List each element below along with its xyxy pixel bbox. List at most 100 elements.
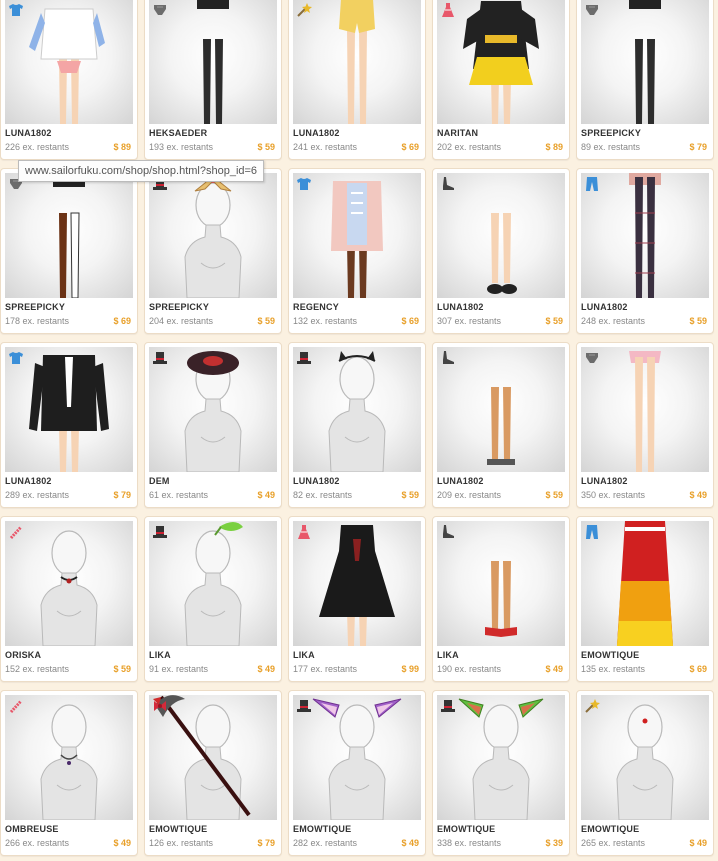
seller-name[interactable]: EMOWTIQUE bbox=[149, 824, 207, 834]
seller-name[interactable]: LIKA bbox=[293, 650, 315, 660]
item-preview-image[interactable] bbox=[581, 0, 709, 124]
stock-count: 226 ex. restants bbox=[5, 142, 70, 152]
item-preview-image[interactable] bbox=[149, 695, 277, 820]
item-price: $ 59 bbox=[545, 316, 563, 326]
shop-item-card[interactable]: LUNA1802 248 ex. restants $ 59 bbox=[576, 168, 714, 334]
item-preview-image[interactable] bbox=[437, 173, 565, 298]
shop-item-card[interactable]: LIKA 190 ex. restants $ 49 bbox=[432, 516, 570, 682]
seller-name[interactable]: NARITAN bbox=[437, 128, 478, 138]
pants-icon bbox=[583, 523, 601, 541]
item-price: $ 69 bbox=[401, 142, 419, 152]
shop-item-card[interactable]: REGENCY 132 ex. restants $ 69 bbox=[288, 168, 426, 334]
item-preview-image[interactable] bbox=[293, 173, 421, 298]
seller-name[interactable]: EMOWTIQUE bbox=[293, 824, 351, 834]
item-price: $ 49 bbox=[545, 664, 563, 674]
stock-count: 241 ex. restants bbox=[293, 142, 358, 152]
stock-count: 209 ex. restants bbox=[437, 490, 502, 500]
seller-name[interactable]: DEM bbox=[149, 476, 170, 486]
item-preview-image[interactable] bbox=[149, 347, 277, 472]
item-preview-image[interactable] bbox=[437, 695, 565, 820]
seller-name[interactable]: LUNA1802 bbox=[293, 476, 340, 486]
shop-item-card[interactable]: LUNA1802 289 ex. restants $ 79 bbox=[0, 342, 138, 508]
dress-icon bbox=[295, 523, 313, 541]
item-preview-image[interactable] bbox=[5, 695, 133, 820]
shop-item-card[interactable]: LIKA 177 ex. restants $ 99 bbox=[288, 516, 426, 682]
item-price: $ 79 bbox=[689, 142, 707, 152]
shop-item-card[interactable]: DEM 61 ex. restants $ 49 bbox=[144, 342, 282, 508]
shop-item-card[interactable]: LUNA1802 241 ex. restants $ 69 bbox=[288, 0, 426, 160]
shop-item-card[interactable]: NARITAN 202 ex. restants $ 89 bbox=[432, 0, 570, 160]
seller-name[interactable]: ORISKA bbox=[5, 650, 41, 660]
seller-name[interactable]: LUNA1802 bbox=[581, 302, 628, 312]
shop-item-card[interactable]: ORISKA 152 ex. restants $ 59 bbox=[0, 516, 138, 682]
seller-name[interactable]: LIKA bbox=[437, 650, 459, 660]
item-preview-image[interactable] bbox=[293, 347, 421, 472]
wand-icon bbox=[583, 697, 601, 715]
item-preview-image[interactable] bbox=[149, 0, 277, 124]
seller-name[interactable]: LIKA bbox=[149, 650, 171, 660]
shop-item-card[interactable]: LIKA 91 ex. restants $ 49 bbox=[144, 516, 282, 682]
item-preview-image[interactable] bbox=[293, 0, 421, 124]
stock-count: 91 ex. restants bbox=[149, 664, 209, 674]
item-preview-image[interactable] bbox=[293, 521, 421, 646]
seller-name[interactable]: EMOWTIQUE bbox=[581, 650, 639, 660]
item-preview-image[interactable] bbox=[437, 521, 565, 646]
shop-item-card[interactable]: EMOWTIQUE 135 ex. restants $ 69 bbox=[576, 516, 714, 682]
seller-name[interactable]: OMBREUSE bbox=[5, 824, 59, 834]
shoe-icon bbox=[439, 523, 457, 541]
shop-item-card[interactable]: LUNA1802 82 ex. restants $ 59 bbox=[288, 342, 426, 508]
shop-item-card[interactable]: SPREEPICKY 204 ex. restants $ 59 bbox=[144, 168, 282, 334]
seller-name[interactable]: LUNA1802 bbox=[293, 128, 340, 138]
seller-name[interactable]: LUNA1802 bbox=[437, 476, 484, 486]
seller-name[interactable]: SPREEPICKY bbox=[581, 128, 641, 138]
stock-count: 135 ex. restants bbox=[581, 664, 646, 674]
seller-name[interactable]: LUNA1802 bbox=[5, 476, 52, 486]
item-preview-image[interactable] bbox=[581, 173, 709, 298]
seller-name[interactable]: HEKSAEDER bbox=[149, 128, 207, 138]
item-preview-image[interactable] bbox=[5, 347, 133, 472]
shop-item-card[interactable]: EMOWTIQUE 126 ex. restants $ 79 bbox=[144, 690, 282, 856]
item-price: $ 59 bbox=[401, 490, 419, 500]
shop-item-card[interactable]: EMOWTIQUE 265 ex. restants $ 49 bbox=[576, 690, 714, 856]
seller-name[interactable]: EMOWTIQUE bbox=[581, 824, 639, 834]
item-preview-image[interactable] bbox=[437, 0, 565, 124]
seller-name[interactable]: SPREEPICKY bbox=[149, 302, 209, 312]
stock-count: 190 ex. restants bbox=[437, 664, 502, 674]
bow-icon bbox=[151, 697, 169, 715]
shop-item-card[interactable]: SPREEPICKY 89 ex. restants $ 79 bbox=[576, 0, 714, 160]
item-preview-image[interactable] bbox=[5, 521, 133, 646]
seller-name[interactable]: LUNA1802 bbox=[437, 302, 484, 312]
wand-icon bbox=[295, 1, 313, 19]
item-preview-image[interactable] bbox=[581, 521, 709, 646]
stock-count: 152 ex. restants bbox=[5, 664, 70, 674]
stock-count: 82 ex. restants bbox=[293, 490, 353, 500]
stock-count: 266 ex. restants bbox=[5, 838, 70, 848]
item-preview-image[interactable] bbox=[5, 0, 133, 124]
item-preview-image[interactable] bbox=[5, 173, 133, 298]
item-preview-image[interactable] bbox=[437, 347, 565, 472]
shop-item-card[interactable]: HEKSAEDER 193 ex. restants $ 59 bbox=[144, 0, 282, 160]
dress-icon bbox=[439, 1, 457, 19]
item-preview-image[interactable] bbox=[149, 521, 277, 646]
item-preview-image[interactable] bbox=[581, 347, 709, 472]
shop-item-card[interactable]: EMOWTIQUE 282 ex. restants $ 49 bbox=[288, 690, 426, 856]
item-price: $ 49 bbox=[689, 490, 707, 500]
shop-item-card[interactable]: SPREEPICKY 178 ex. restants $ 69 bbox=[0, 168, 138, 334]
shop-item-card[interactable]: OMBREUSE 266 ex. restants $ 49 bbox=[0, 690, 138, 856]
stock-count: 178 ex. restants bbox=[5, 316, 70, 326]
seller-name[interactable]: LUNA1802 bbox=[5, 128, 52, 138]
seller-name[interactable]: SPREEPICKY bbox=[5, 302, 65, 312]
item-price: $ 59 bbox=[113, 664, 131, 674]
shop-item-card[interactable]: LUNA1802 350 ex. restants $ 49 bbox=[576, 342, 714, 508]
item-preview-image[interactable] bbox=[149, 173, 277, 298]
stock-count: 61 ex. restants bbox=[149, 490, 209, 500]
seller-name[interactable]: LUNA1802 bbox=[581, 476, 628, 486]
shop-item-card[interactable]: LUNA1802 307 ex. restants $ 59 bbox=[432, 168, 570, 334]
item-preview-image[interactable] bbox=[581, 695, 709, 820]
shop-item-card[interactable]: LUNA1802 226 ex. restants $ 89 bbox=[0, 0, 138, 160]
shop-item-card[interactable]: LUNA1802 209 ex. restants $ 59 bbox=[432, 342, 570, 508]
item-preview-image[interactable] bbox=[293, 695, 421, 820]
shop-item-card[interactable]: EMOWTIQUE 338 ex. restants $ 39 bbox=[432, 690, 570, 856]
seller-name[interactable]: EMOWTIQUE bbox=[437, 824, 495, 834]
seller-name[interactable]: REGENCY bbox=[293, 302, 339, 312]
